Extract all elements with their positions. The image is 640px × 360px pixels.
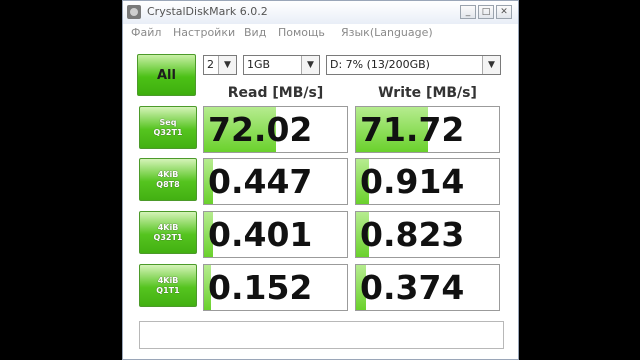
- close-button[interactable]: ✕: [496, 5, 512, 19]
- menu-file[interactable]: Файл: [131, 26, 161, 39]
- read-result-cell: 0.447: [203, 158, 348, 205]
- menu-settings[interactable]: Настройки: [173, 26, 235, 39]
- maximize-button[interactable]: □: [478, 5, 494, 19]
- minimize-button[interactable]: _: [460, 5, 476, 19]
- write-result-cell: 0.823: [355, 211, 500, 258]
- read-result-cell: 0.152: [203, 264, 348, 311]
- test-button-sublabel: Q32T1: [153, 127, 183, 137]
- menu-bar: Файл Настройки Вид Помощь Язык(Language): [123, 24, 518, 44]
- test-button-sublabel: Q32T1: [153, 232, 183, 242]
- write-result-cell: 0.374: [355, 264, 500, 311]
- chevron-down-icon: ▼: [218, 56, 236, 74]
- drive-value: D: 7% (13/200GB): [330, 58, 430, 71]
- test-count-select[interactable]: 2 ▼: [203, 55, 237, 75]
- read-value: 0.152: [208, 268, 313, 307]
- write-result-cell: 0.914: [355, 158, 500, 205]
- test-button-2[interactable]: 4KiB Q8T8: [139, 158, 197, 201]
- all-tests-button[interactable]: All: [137, 54, 196, 96]
- read-result-cell: 72.02: [203, 106, 348, 153]
- read-result-cell: 0.401: [203, 211, 348, 258]
- test-button-sublabel: Q8T8: [156, 179, 180, 189]
- menu-help[interactable]: Помощь: [278, 26, 325, 39]
- test-size-select[interactable]: 1GB ▼: [243, 55, 320, 75]
- read-column-header: Read [MB/s]: [227, 85, 324, 101]
- crystaldiskmark-window: CrystalDiskMark 6.0.2 _ □ ✕ Файл Настрой…: [122, 0, 519, 360]
- read-value: 0.447: [208, 162, 313, 201]
- test-button-label: Seq: [159, 117, 177, 127]
- test-button-label: 4KiB: [157, 169, 179, 179]
- drive-select[interactable]: D: 7% (13/200GB) ▼: [326, 55, 501, 75]
- test-button-1[interactable]: Seq Q32T1: [139, 106, 197, 149]
- write-value: 0.823: [360, 215, 465, 254]
- write-result-cell: 71.72: [355, 106, 500, 153]
- title-bar: CrystalDiskMark 6.0.2 _ □ ✕: [123, 1, 518, 25]
- app-icon: [127, 5, 141, 19]
- menu-view[interactable]: Вид: [244, 26, 266, 39]
- test-button-label: 4KiB: [157, 222, 179, 232]
- test-button-3[interactable]: 4KiB Q32T1: [139, 211, 197, 254]
- write-column-header: Write [MB/s]: [378, 85, 477, 101]
- read-value: 72.02: [208, 110, 313, 149]
- write-value: 71.72: [360, 110, 465, 149]
- write-value: 0.914: [360, 162, 465, 201]
- test-button-label: 4KiB: [157, 275, 179, 285]
- menu-language[interactable]: Язык(Language): [341, 26, 433, 39]
- test-count-value: 2: [207, 58, 214, 71]
- chevron-down-icon: ▼: [482, 56, 500, 74]
- test-size-value: 1GB: [247, 58, 271, 71]
- test-button-4[interactable]: 4KiB Q1T1: [139, 264, 197, 307]
- comment-field[interactable]: [139, 321, 504, 349]
- window-title: CrystalDiskMark 6.0.2: [147, 5, 268, 18]
- write-value: 0.374: [360, 268, 465, 307]
- chevron-down-icon: ▼: [301, 56, 319, 74]
- read-value: 0.401: [208, 215, 313, 254]
- test-button-sublabel: Q1T1: [156, 285, 180, 295]
